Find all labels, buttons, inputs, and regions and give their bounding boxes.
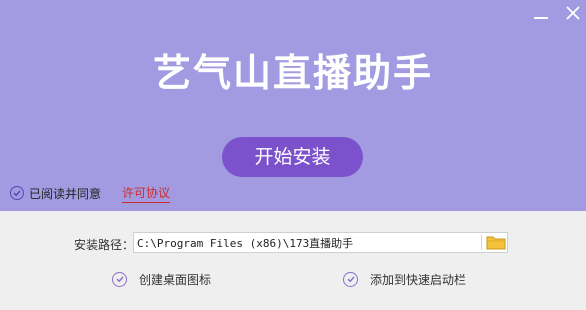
minimize-button[interactable] <box>530 2 552 24</box>
app-title: 艺气山直播助手 <box>152 51 433 95</box>
start-install-button[interactable]: 开始安装 <box>222 137 363 177</box>
folder-icon <box>486 236 506 250</box>
desktop-icon-label: 创建桌面图标 <box>139 272 212 287</box>
header-panel <box>0 0 586 211</box>
check-circle-icon <box>343 271 358 287</box>
quick-launch-option[interactable]: 添加到快速启动栏 <box>343 270 466 288</box>
install-path-label: 安装路径： <box>74 238 135 252</box>
close-button[interactable] <box>562 2 584 24</box>
quick-launch-label: 添加到快速启动栏 <box>370 272 467 287</box>
browse-folder-button[interactable] <box>486 234 506 251</box>
install-path-input[interactable] <box>134 233 485 252</box>
agree-checkbox[interactable]: 已阅读并同意 <box>10 184 101 202</box>
check-circle-icon <box>112 271 127 287</box>
close-icon <box>566 6 580 20</box>
check-circle-icon <box>10 186 24 200</box>
path-divider <box>481 235 482 250</box>
install-path-field <box>133 232 508 253</box>
agree-label: 已阅读并同意 <box>29 186 102 201</box>
desktop-icon-option[interactable]: 创建桌面图标 <box>112 270 211 288</box>
license-agreement-link[interactable]: 许可协议 <box>122 184 171 203</box>
